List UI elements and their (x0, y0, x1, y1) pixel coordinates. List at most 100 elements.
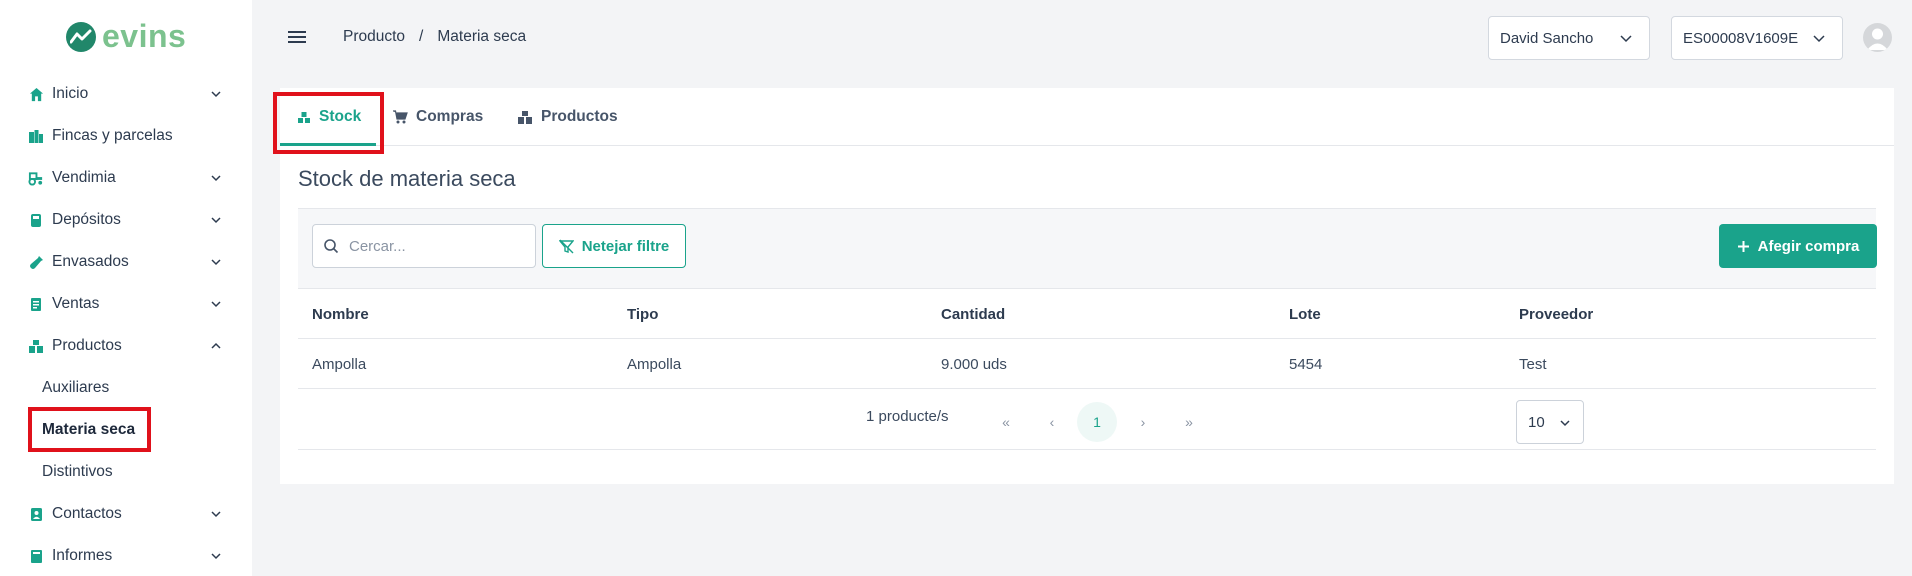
page-size-select[interactable]: 10 (1516, 400, 1584, 444)
sidebar-subitem-auxiliares[interactable]: Auxiliares (0, 367, 252, 409)
filter-clear-icon (558, 239, 574, 253)
sidebar-item-label: Ventas (52, 295, 100, 312)
company-select[interactable]: ES00008V1609E (1671, 16, 1843, 60)
breadcrumb-item-current: Materia seca (437, 28, 527, 45)
sidebar-item-vendimia[interactable]: Vendimia (0, 157, 252, 199)
tab-label: Stock (319, 108, 362, 125)
pagination: 1 producte/s « ‹ 1 › » 10 (298, 390, 1876, 450)
tab-stock[interactable]: Stock (297, 88, 361, 146)
sidebar-item-envasados[interactable]: Envasados (0, 241, 252, 283)
boxes-icon (518, 110, 532, 124)
book-icon (28, 548, 44, 564)
page-title: Stock de materia seca (298, 166, 516, 191)
sidebar: evins Inicio Fincas y parcelas Vendimia … (0, 0, 252, 576)
tab-bar: Stock Compras Productos (280, 88, 1894, 146)
column-header-nombre[interactable]: Nombre (312, 289, 369, 339)
chevron-down-icon (211, 553, 221, 560)
breadcrumb-item-producto[interactable]: Producto (343, 28, 405, 46)
pagination-count: 1 producte/s (866, 408, 949, 425)
logo-text: evins (102, 18, 187, 54)
tab-compras[interactable]: Compras (392, 88, 483, 146)
stock-table: Nombre Tipo Cantidad Lote Proveedor Ampo… (298, 289, 1876, 389)
sidebar-item-label: Informes (52, 547, 113, 564)
page-button-current[interactable]: 1 (1077, 402, 1117, 442)
search-input[interactable] (349, 237, 529, 255)
page-size-value: 10 (1528, 413, 1545, 431)
sidebar-item-inicio[interactable]: Inicio (0, 73, 252, 115)
column-header-lote[interactable]: Lote (1289, 289, 1321, 339)
sidebar-subitem-materia-seca[interactable]: Materia seca (0, 409, 252, 451)
chevron-down-icon (211, 91, 221, 98)
chevron-down-icon (1620, 35, 1632, 43)
cart-icon (393, 110, 408, 124)
chevron-down-icon (211, 217, 221, 224)
chevron-down-icon (211, 301, 221, 308)
avatar[interactable] (1863, 23, 1892, 52)
tank-icon (28, 212, 44, 228)
sidebar-item-label: Depósitos (52, 211, 121, 228)
sidebar-item-label: Productos (52, 337, 122, 354)
app-logo[interactable]: evins (66, 18, 186, 55)
cell-tipo: Ampolla (627, 355, 682, 373)
clear-filter-label: Netejar filtre (581, 237, 670, 255)
tab-label: Productos (541, 108, 618, 125)
map-icon (28, 128, 44, 144)
last-page-button[interactable]: » (1169, 402, 1209, 442)
filter-toolbar: Netejar filtre Afegir compra (298, 208, 1877, 289)
search-icon (324, 239, 339, 254)
chevron-down-icon (1813, 35, 1825, 43)
breadcrumb-separator: / (419, 28, 424, 45)
sidebar-item-ventas[interactable]: Ventas (0, 283, 252, 325)
user-select-value: David Sancho (1500, 29, 1594, 47)
sidebar-nav: Inicio Fincas y parcelas Vendimia Depósi… (0, 73, 252, 576)
first-page-button[interactable]: « (986, 402, 1026, 442)
user-avatar-icon (1867, 28, 1888, 50)
cell-lote: 5454 (1289, 355, 1323, 373)
next-page-button[interactable]: › (1123, 402, 1163, 442)
chevron-down-icon (211, 511, 221, 518)
sidebar-item-label: Envasados (52, 253, 129, 270)
chevron-down-icon (211, 259, 221, 266)
breadcrumb: Producto / Materia seca (343, 28, 526, 46)
boxes-icon (28, 338, 44, 354)
sidebar-item-label: Fincas y parcelas (52, 127, 173, 144)
prev-page-button[interactable]: ‹ (1032, 402, 1072, 442)
add-purchase-label: Afegir compra (1757, 237, 1860, 255)
sidebar-item-label: Vendimia (52, 169, 116, 186)
column-header-proveedor[interactable]: Proveedor (1519, 289, 1593, 339)
sidebar-item-informes[interactable]: Informes (0, 535, 252, 576)
column-header-cantidad[interactable]: Cantidad (941, 289, 1005, 339)
sidebar-item-label: Inicio (52, 85, 89, 102)
chevron-down-icon (211, 175, 221, 182)
home-icon (28, 86, 44, 102)
plus-icon (1737, 240, 1749, 252)
user-select[interactable]: David Sancho (1488, 16, 1650, 60)
sidebar-item-label: Contactos (52, 505, 122, 522)
clear-filter-button[interactable]: Netejar filtre (542, 224, 686, 268)
cell-proveedor: Test (1519, 355, 1547, 373)
sidebar-item-depositos[interactable]: Depósitos (0, 199, 252, 241)
sidebar-item-productos[interactable]: Productos (0, 325, 252, 367)
chevron-up-icon (211, 342, 221, 349)
chevron-down-icon (1560, 420, 1570, 427)
column-header-tipo[interactable]: Tipo (627, 289, 658, 339)
add-purchase-button[interactable]: Afegir compra (1719, 224, 1877, 268)
cell-cantidad: 9.000 uds (941, 355, 1007, 373)
sidebar-item-fincas[interactable]: Fincas y parcelas (0, 115, 252, 157)
search-box[interactable] (312, 224, 536, 268)
table-row[interactable]: Ampolla Ampolla 9.000 uds 5454 Test (298, 339, 1876, 389)
contact-icon (28, 506, 44, 522)
company-select-value: ES00008V1609E (1683, 29, 1799, 47)
cell-nombre: Ampolla (312, 355, 367, 373)
bottle-icon (28, 254, 44, 270)
menu-icon[interactable] (286, 26, 308, 48)
logo-mark-icon (66, 21, 96, 52)
stock-icon (298, 112, 310, 123)
tractor-icon (28, 170, 44, 186)
main-card: Stock Compras Productos Stock de materia… (280, 88, 1894, 484)
table-header-row: Nombre Tipo Cantidad Lote Proveedor (298, 289, 1876, 339)
sidebar-subitem-distintivos[interactable]: Distintivos (0, 451, 252, 493)
active-tab-indicator (280, 143, 376, 146)
tab-productos[interactable]: Productos (517, 88, 618, 146)
sidebar-item-contactos[interactable]: Contactos (0, 493, 252, 535)
